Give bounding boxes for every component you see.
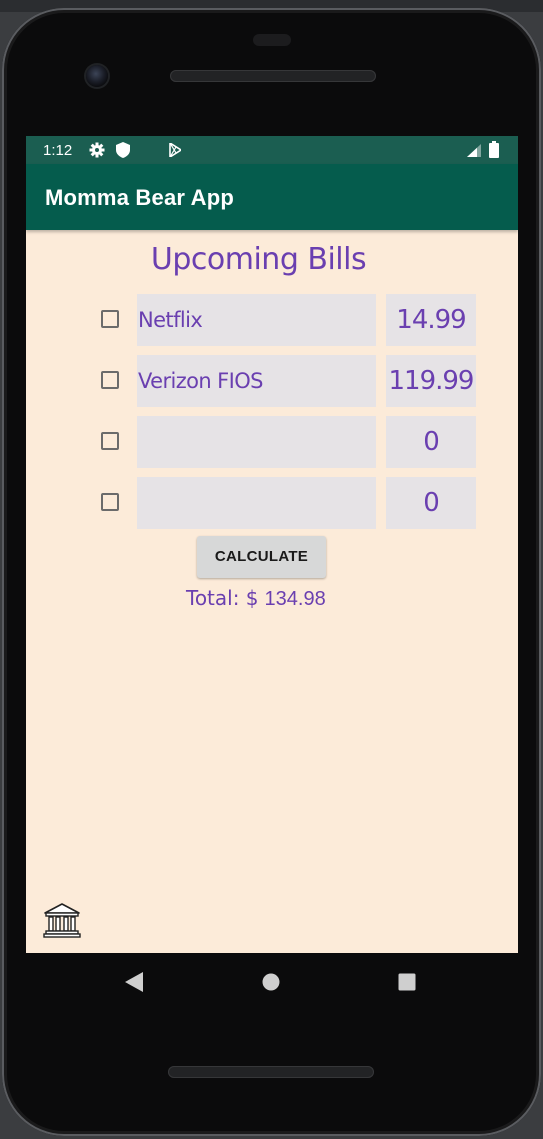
- bill-amount-field[interactable]: 119.99: [386, 355, 476, 407]
- total-value: 134.98: [264, 588, 326, 610]
- app-bar: Momma Bear App: [26, 164, 518, 230]
- play-store-icon: [169, 143, 181, 157]
- signal-icon: [467, 144, 481, 157]
- bill-checkbox[interactable]: [101, 432, 119, 450]
- page-heading: Upcoming Bills: [150, 242, 367, 277]
- bill-name-field[interactable]: Netflix: [137, 294, 376, 346]
- calculate-button[interactable]: CALCULATE: [197, 536, 326, 578]
- battery-icon: [489, 141, 499, 158]
- recents-icon[interactable]: [398, 973, 416, 991]
- bottom-speaker-grille: [168, 1066, 374, 1078]
- status-time: 1:12: [43, 142, 73, 159]
- bill-amount-field[interactable]: 0: [386, 416, 476, 468]
- settings-gear-icon: [89, 142, 105, 158]
- status-bar: 1:12: [26, 136, 518, 164]
- total-label: Total: $: [186, 586, 259, 610]
- bill-name-field[interactable]: [137, 416, 376, 468]
- shield-icon: [116, 142, 130, 158]
- top-speaker-grille: [170, 70, 376, 82]
- app-title: Momma Bear App: [45, 185, 235, 210]
- bill-amount-field[interactable]: 14.99: [386, 294, 476, 346]
- bill-checkbox[interactable]: [101, 371, 119, 389]
- bill-checkbox[interactable]: [101, 310, 119, 328]
- bill-row: 0: [26, 477, 518, 529]
- back-icon[interactable]: [125, 972, 143, 992]
- bill-row: Netflix 14.99: [26, 294, 518, 346]
- earpiece: [253, 34, 291, 46]
- front-camera: [86, 65, 108, 87]
- bill-checkbox[interactable]: [101, 493, 119, 511]
- bank-icon[interactable]: [42, 902, 82, 938]
- total-display: Total: $134.98: [186, 586, 326, 611]
- bill-name-field[interactable]: [137, 477, 376, 529]
- bill-amount-field[interactable]: 0: [386, 477, 476, 529]
- bill-row: 0: [26, 416, 518, 468]
- home-icon[interactable]: [262, 973, 280, 991]
- bill-row: Verizon FIOS 119.99: [26, 355, 518, 407]
- bill-name-field[interactable]: Verizon FIOS: [137, 355, 376, 407]
- app-screen: 1:12 Momma Bear App Upcoming Bills Netfl…: [26, 136, 518, 953]
